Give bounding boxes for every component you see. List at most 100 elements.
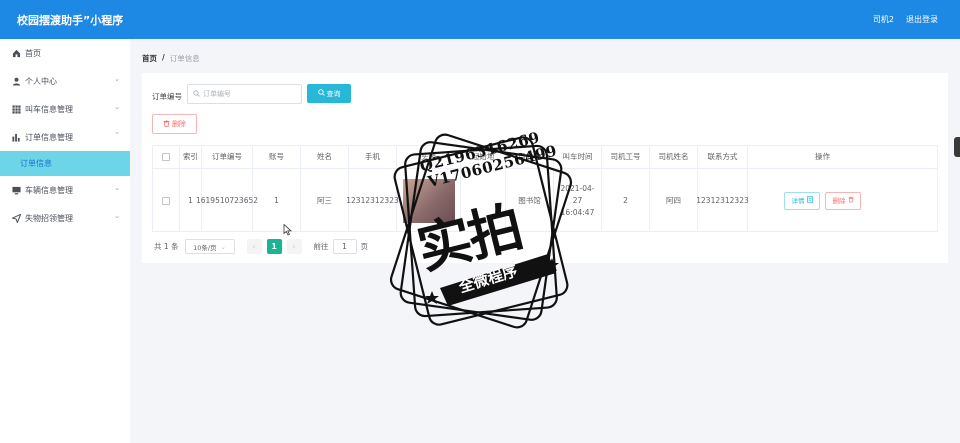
select-all-cell <box>153 146 180 168</box>
chevron-down-icon: ⌄ <box>114 184 120 192</box>
chevron-down-icon: ⌄ <box>114 103 120 111</box>
search-label: 订单编号 <box>152 92 182 101</box>
page-number-current[interactable]: 1 <box>266 239 282 254</box>
grid-icon <box>12 104 21 114</box>
sidebar-item-order-management[interactable]: 订单信息管理 ⌃ <box>0 123 130 151</box>
sidebar-item-label: 车辆信息管理 <box>25 185 73 195</box>
user-icon <box>12 77 21 86</box>
chart-icon <box>12 133 21 142</box>
column-header: 姓名 <box>301 146 349 168</box>
cell-name: 阿三 <box>301 169 349 232</box>
cell-account: 1 <box>253 169 301 232</box>
pagination: 共 1 条 10条/页 ⌄ ‹ 1 › 前往 1 页 <box>154 239 368 254</box>
column-header: 索引 <box>180 146 202 168</box>
select-all-checkbox[interactable] <box>162 153 170 161</box>
detail-button-label: 详情 <box>791 196 805 205</box>
chevron-up-icon: ⌃ <box>114 131 120 139</box>
order-card: 订单编号 订单编号 查询 删除 索引 订单编号 账号 姓名 手机 头像 起始地 … <box>142 73 948 263</box>
row-checkbox[interactable] <box>162 196 170 205</box>
column-header: 手机 <box>349 146 397 168</box>
page-size-value: 10条/页 <box>193 243 217 252</box>
mouse-cursor-icon <box>283 224 293 236</box>
column-header: 账号 <box>253 146 301 168</box>
current-user[interactable]: 司机2 <box>873 14 894 25</box>
logout-link[interactable]: 退出登录 <box>906 14 938 25</box>
next-page-button[interactable]: › <box>286 239 302 254</box>
chevron-down-icon: ⌄ <box>114 75 120 83</box>
send-icon <box>12 213 21 223</box>
cell-actions: 详情 删除 <box>748 169 897 232</box>
sidebar-item-label: 订单信息管理 <box>25 132 73 142</box>
row-select-cell <box>153 169 180 232</box>
cell-destination: 图书馆 <box>506 169 554 232</box>
monitor-icon <box>12 186 21 195</box>
table-row: 1 1619510723652 1 阿三 12312312323 图书馆 202… <box>153 169 937 232</box>
sidebar-item-call-car[interactable]: 叫车信息管理 ⌄ <box>0 95 130 123</box>
cell-origin <box>461 169 506 232</box>
chevron-left-icon: ‹ <box>252 242 256 251</box>
avatar-image <box>402 178 455 223</box>
top-right-actions: 司机2 退出登录 <box>873 14 938 25</box>
goto-prefix: 前往 <box>313 242 329 251</box>
column-header: 联系方式 <box>698 146 748 168</box>
goto-page-input[interactable]: 1 <box>332 239 357 254</box>
sidebar-item-personal-center[interactable]: 个人中心 ⌄ <box>0 67 130 95</box>
detail-button[interactable]: 详情 <box>784 191 820 210</box>
trash-icon <box>848 195 854 207</box>
query-button[interactable]: 查询 <box>307 84 351 103</box>
order-no-search-input[interactable]: 订单编号 <box>187 84 302 104</box>
column-header: 目的地 <box>506 146 554 168</box>
search-icon <box>193 89 200 99</box>
document-icon <box>806 195 813 207</box>
row-delete-label: 删除 <box>832 196 846 205</box>
breadcrumb-home[interactable]: 首页 <box>142 53 157 64</box>
sidebar-item-lost-found[interactable]: 失物招领管理 ⌄ <box>0 204 130 232</box>
pager-total: 共 1 条 <box>154 242 179 251</box>
prev-page-button[interactable]: ‹ <box>246 239 262 254</box>
sidebar-item-label: 叫车信息管理 <box>25 104 73 114</box>
breadcrumb-separator: / <box>162 53 165 62</box>
home-icon <box>12 49 21 58</box>
column-header: 司机姓名 <box>650 146 698 168</box>
trash-icon <box>163 119 170 129</box>
column-header: 操作 <box>815 152 830 161</box>
column-header: 订单编号 <box>202 146 253 168</box>
table-header: 索引 订单编号 账号 姓名 手机 头像 起始地 目的地 叫车时间 司机工号 司机… <box>153 146 937 169</box>
column-header: 起始地 <box>461 146 506 168</box>
search-placeholder: 订单编号 <box>203 90 231 98</box>
sidebar-item-home[interactable]: 首页 <box>0 39 130 67</box>
column-header: 叫车时间 <box>554 146 602 168</box>
query-button-label: 查询 <box>326 89 341 98</box>
chevron-down-icon: ⌄ <box>220 242 226 251</box>
chevron-right-icon: › <box>292 242 296 251</box>
sidebar-item-label: 首页 <box>25 48 41 58</box>
sidebar-item-label: 个人中心 <box>25 76 57 86</box>
cell-avatar <box>397 169 461 232</box>
page-size-select[interactable]: 10条/页 ⌄ <box>184 239 235 254</box>
column-header: 司机工号 <box>602 146 650 168</box>
column-header: 头像 <box>397 146 461 168</box>
breadcrumb: 首页 / 订单信息 <box>142 53 200 64</box>
sidebar: 首页 个人中心 ⌄ 叫车信息管理 ⌄ 订单信息管理 ⌃ 订单信息 车辆信息管理 … <box>0 39 130 443</box>
main-content: 首页 / 订单信息 订单编号 订单编号 查询 删除 索引 订单编号 账号 姓名 … <box>130 39 960 443</box>
sidebar-item-label: 失物招领管理 <box>25 213 73 223</box>
side-panel-handle[interactable] <box>954 137 960 157</box>
order-table: 索引 订单编号 账号 姓名 手机 头像 起始地 目的地 叫车时间 司机工号 司机… <box>152 145 938 232</box>
bulk-delete-button[interactable]: 删除 <box>152 114 197 134</box>
sidebar-item-label: 订单信息 <box>20 159 52 168</box>
chevron-down-icon: ⌄ <box>114 212 120 220</box>
top-bar: 校园摆渡助手”小程序 司机2 退出登录 <box>0 0 960 39</box>
sidebar-item-order-info[interactable]: 订单信息 <box>0 151 130 176</box>
cell-phone: 12312312323 <box>346 169 399 232</box>
row-delete-button[interactable]: 删除 <box>825 191 861 210</box>
cell-driver-name: 阿四 <box>650 169 698 232</box>
app-title: 校园摆渡助手”小程序 <box>17 13 124 27</box>
cell-contact: 12312312323 <box>696 169 749 232</box>
goto-suffix: 页 <box>360 242 369 251</box>
cell-order-no: 1619510723652 <box>196 169 258 232</box>
cell-call-time: 2021-04-27 16:04:47 <box>554 169 602 232</box>
sidebar-item-vehicle-management[interactable]: 车辆信息管理 ⌄ <box>0 176 130 204</box>
cell-driver-no: 2 <box>602 169 650 232</box>
search-icon <box>317 89 325 98</box>
bulk-delete-label: 删除 <box>172 120 186 128</box>
